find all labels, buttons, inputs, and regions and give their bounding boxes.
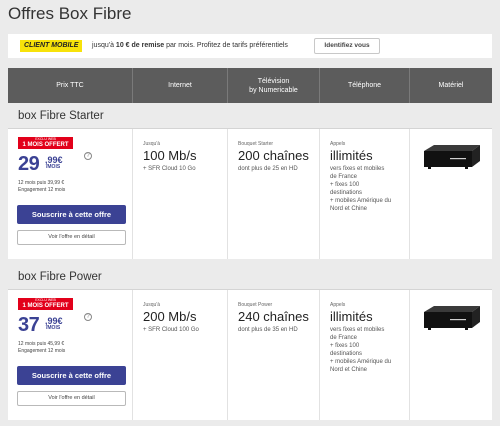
phone-line: + fixes 100	[330, 343, 360, 349]
phone-line: + fixes 100	[330, 182, 360, 188]
phone-line: vers fixes et mobiles	[330, 327, 385, 333]
header-internet: Internet	[133, 68, 228, 103]
price-unit: /MOIS	[46, 164, 61, 170]
price-column: EXCLU WEB 1 MOIS OFFERT 29 ,99€ /MOIS ? …	[8, 129, 133, 259]
equipment-column	[410, 290, 492, 420]
price-note: 12 mois puis 45,99 €	[18, 341, 65, 347]
badge-main-text: 1 MOIS OFFERT	[22, 142, 69, 148]
header-price: Prix TTC	[8, 68, 133, 103]
tv-hd-note: dont plus de 35 en HD	[238, 327, 298, 333]
phone-column: Appels illimités vers fixes et mobiles d…	[320, 129, 410, 259]
client-mobile-tag: CLIENT MOBILE	[20, 40, 83, 52]
internet-column: Jusqu'à 200 Mb/s + SFR Cloud 100 Go	[133, 290, 228, 420]
phone-line: destinations	[330, 190, 363, 196]
subscribe-button[interactable]: Souscrire à cette offre	[17, 205, 126, 224]
phone-line: destinations	[330, 351, 363, 357]
promo-text-suffix: par mois. Profitez de tarifs préférentie…	[166, 42, 288, 49]
promo-text: jusqu'à 10 € de remise par mois. Profite…	[92, 42, 288, 49]
phone-details: vers fixes et mobiles de France + fixes …	[330, 165, 391, 213]
phone-details: vers fixes et mobiles de France + fixes …	[330, 326, 391, 374]
phone-column: Appels illimités vers fixes et mobiles d…	[320, 290, 410, 420]
phone-main: illimités	[330, 309, 373, 324]
price-integer: 37	[18, 314, 40, 336]
promo-text-bold: 10 € de remise	[115, 42, 165, 49]
header-equipment: Matériel	[438, 82, 464, 89]
table-header: Prix TTC Internet Télévision by Numericab…	[8, 68, 492, 103]
internet-prefix: Jusqu'à	[143, 141, 161, 147]
offer-name: box Fibre Power	[8, 264, 492, 290]
tv-channels: 200 chaînes	[238, 148, 309, 163]
internet-speed: 200 Mb/s	[143, 309, 197, 324]
tv-hd-note: dont plus de 25 en HD	[238, 166, 298, 172]
cloud-storage: + SFR Cloud 100 Go	[143, 327, 199, 333]
phone-line: de France	[330, 174, 358, 180]
price-column: EXCLU WEB 1 MOIS OFFERT 37 ,99€ /MOIS ? …	[8, 290, 133, 420]
tv-column: Bouquet Starter 200 chaînes dont plus de…	[228, 129, 320, 259]
price-unit: /MOIS	[46, 325, 61, 331]
phone-line: vers fixes et mobiles	[330, 166, 385, 172]
header-tv-line2: by Numericable	[249, 86, 298, 94]
phone-line: de France	[330, 335, 358, 341]
tv-column: Bouquet Power 240 chaînes dont plus de 3…	[228, 290, 320, 420]
subscribe-button[interactable]: Souscrire à cette offre	[17, 366, 126, 385]
phone-prefix: Appels	[330, 141, 346, 147]
price-note: 12 mois puis 39,99 €	[18, 180, 65, 186]
equipment-column	[410, 129, 492, 259]
tv-bouquet: Bouquet Power	[238, 302, 273, 308]
exclu-web-badge: EXCLU WEB 1 MOIS OFFERT	[18, 298, 73, 310]
tv-bouquet: Bouquet Starter	[238, 141, 274, 147]
internet-column: Jusqu'à 100 Mb/s + SFR Cloud 10 Go	[133, 129, 228, 259]
phone-line: + mobiles Amérique du	[330, 198, 392, 204]
info-icon[interactable]: ?	[84, 152, 92, 160]
price: 29 ,99€ /MOIS	[18, 153, 63, 176]
phone-main: illimités	[330, 148, 373, 163]
exclu-web-badge: EXCLU WEB 1 MOIS OFFERT	[18, 137, 73, 149]
internet-speed: 100 Mb/s	[143, 148, 197, 163]
header-tv-line1: Télévision	[257, 77, 290, 85]
badge-main-text: 1 MOIS OFFERT	[22, 303, 69, 309]
tv-channels: 240 chaînes	[238, 309, 309, 324]
page-title: Offres Box Fibre	[8, 4, 132, 23]
price: 37 ,99€ /MOIS	[18, 314, 63, 337]
promo-text-prefix: jusqu'à	[92, 42, 114, 49]
internet-prefix: Jusqu'à	[143, 302, 161, 308]
view-details-button[interactable]: Voir l'offre en détail	[17, 230, 126, 245]
engagement-note: Engagement 12 mois	[18, 348, 66, 354]
phone-line: Nord et Chine	[330, 206, 368, 212]
engagement-note: Engagement 12 mois	[18, 187, 66, 193]
header-tv: Télévision by Numericable	[228, 68, 320, 103]
info-icon[interactable]: ?	[84, 313, 92, 321]
view-details-button[interactable]: Voir l'offre en détail	[17, 391, 126, 406]
phone-prefix: Appels	[330, 302, 346, 308]
offer-row: EXCLU WEB 1 MOIS OFFERT 37 ,99€ /MOIS ? …	[8, 290, 492, 420]
promo-bar: CLIENT MOBILE jusqu'à 10 € de remise par…	[8, 34, 492, 58]
offer-card-starter: box Fibre Starter EXCLU WEB 1 MOIS OFFER…	[8, 103, 492, 259]
price-integer: 29	[18, 153, 40, 175]
cloud-storage: + SFR Cloud 10 Go	[143, 166, 196, 172]
identify-button[interactable]: Identifiez vous	[314, 38, 380, 54]
fibre-box-image	[424, 145, 480, 169]
offer-card-power: box Fibre Power EXCLU WEB 1 MOIS OFFERT …	[8, 264, 492, 420]
offer-name: box Fibre Starter	[8, 103, 492, 129]
offer-row: EXCLU WEB 1 MOIS OFFERT 29 ,99€ /MOIS ? …	[8, 129, 492, 259]
header-phone: Téléphone	[320, 68, 410, 103]
phone-line: Nord et Chine	[330, 367, 368, 373]
phone-line: + mobiles Amérique du	[330, 359, 392, 365]
fibre-box-image	[424, 306, 480, 330]
